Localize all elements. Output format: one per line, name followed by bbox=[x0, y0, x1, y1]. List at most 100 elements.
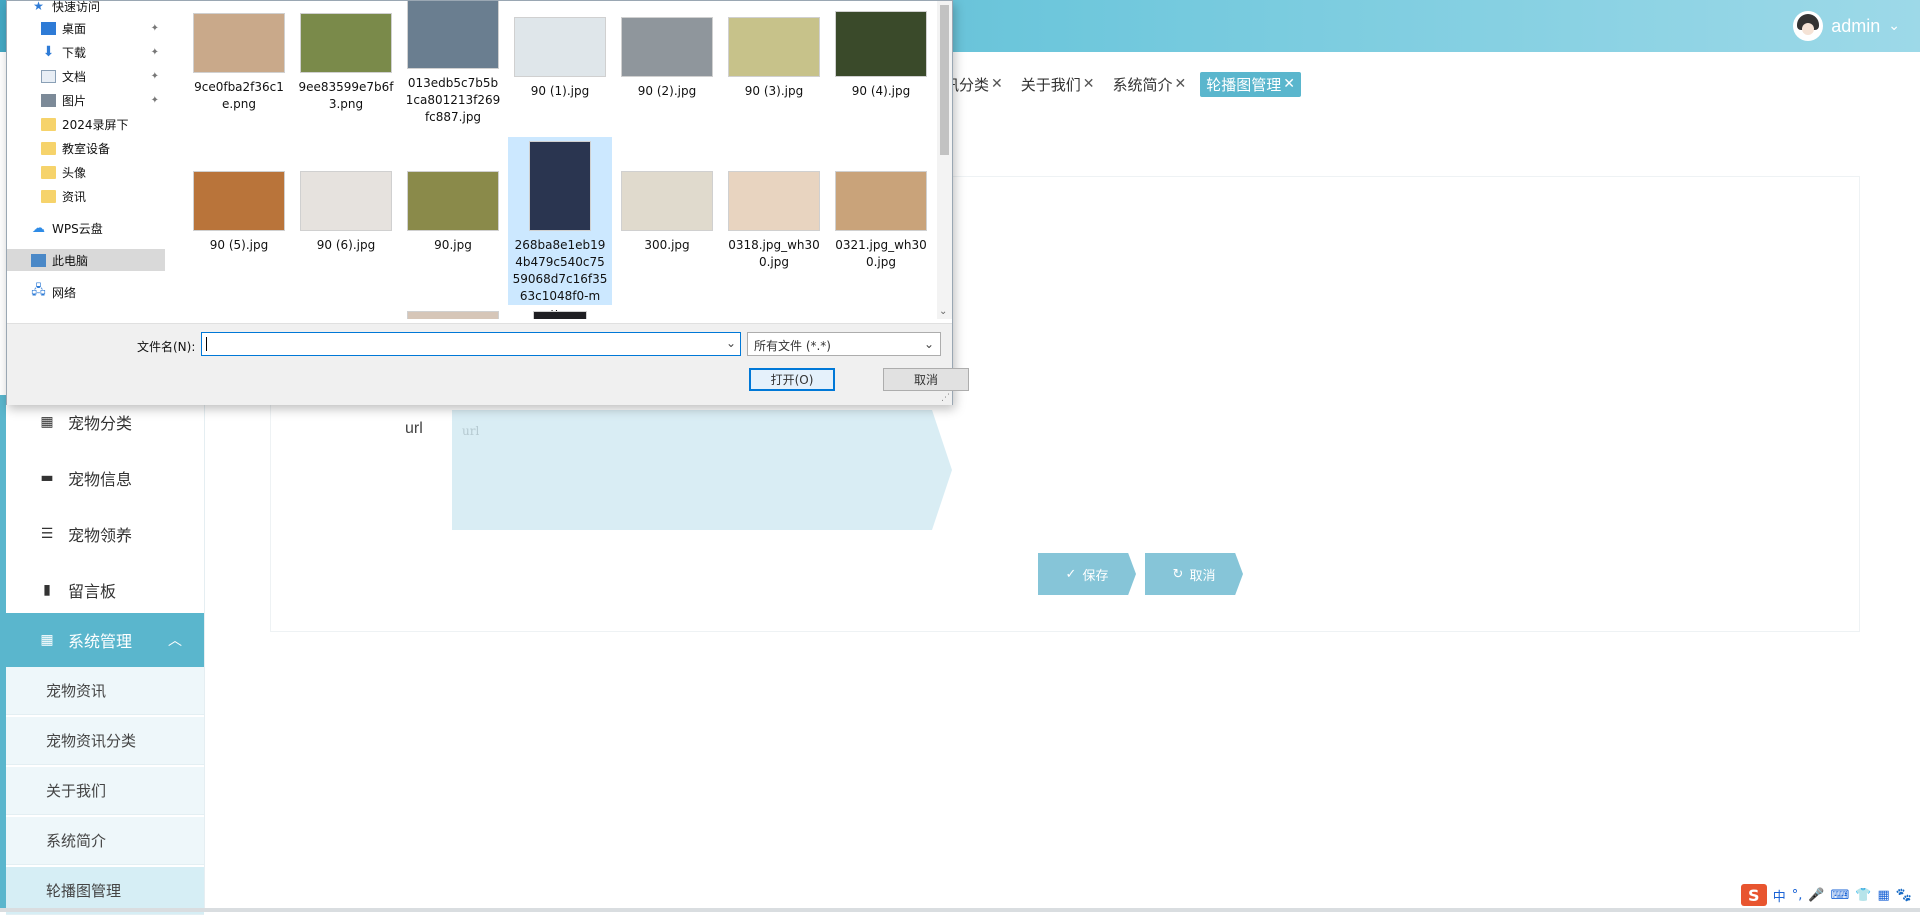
tab-carousel-management[interactable]: 轮播图管理 ✕ bbox=[1200, 71, 1301, 97]
nav-folder-avatar[interactable]: 头像 bbox=[7, 161, 165, 183]
file-item[interactable]: 90 (2).jpg bbox=[615, 17, 719, 100]
file-thumbnail bbox=[529, 141, 591, 231]
file-item[interactable]: 0318.jpg_wh300.jpg bbox=[722, 171, 826, 271]
close-icon[interactable]: ✕ bbox=[1283, 76, 1295, 92]
file-thumbnail bbox=[300, 171, 392, 231]
file-item[interactable] bbox=[401, 311, 505, 319]
save-button[interactable]: ✓ 保存 bbox=[1038, 553, 1136, 595]
tab-system-intro[interactable]: 系统简介 ✕ bbox=[1108, 71, 1191, 97]
nav-folder-news[interactable]: 资讯 bbox=[7, 185, 165, 207]
filename-input[interactable]: ⌄ bbox=[201, 332, 741, 356]
desktop-icon bbox=[41, 21, 56, 35]
file-name: 90 (5).jpg bbox=[209, 238, 269, 252]
close-icon[interactable]: ✕ bbox=[1083, 76, 1095, 92]
grid-icon: ▦ bbox=[40, 632, 54, 648]
sidebar-item-label: 留言板 bbox=[68, 582, 117, 601]
toolbox-icon[interactable]: ▦ bbox=[1878, 888, 1890, 903]
document-icon bbox=[41, 69, 56, 83]
punctuation-icon[interactable]: °, bbox=[1792, 888, 1803, 903]
file-thumbnail bbox=[407, 311, 499, 319]
user-menu[interactable]: admin ⌄ bbox=[1793, 10, 1900, 42]
save-label: 保存 bbox=[1082, 568, 1109, 584]
file-item[interactable]: 0321.jpg_wh300.jpg bbox=[829, 171, 933, 271]
url-placeholder: url bbox=[462, 424, 480, 438]
folder-icon bbox=[41, 165, 56, 179]
bar-chart-icon: ▮ bbox=[43, 582, 51, 598]
keyboard-icon[interactable]: ⌨ bbox=[1831, 888, 1850, 903]
file-name: 300.jpg bbox=[644, 238, 690, 252]
file-thumbnail bbox=[514, 17, 606, 77]
file-list-scrollbar[interactable]: ⌄ bbox=[937, 1, 952, 319]
sidebar-item-system-intro[interactable]: 系统简介 bbox=[6, 817, 204, 865]
file-item[interactable]: 90 (4).jpg bbox=[829, 11, 933, 100]
folder-icon bbox=[41, 141, 56, 155]
cloud-icon: ☁ bbox=[32, 220, 45, 236]
nav-label: 头像 bbox=[62, 165, 87, 180]
file-item[interactable]: 90 (6).jpg bbox=[294, 171, 398, 254]
pin-icon: ✦ bbox=[150, 22, 159, 34]
url-upload-area[interactable] bbox=[452, 410, 952, 530]
sidebar-item-label: 系统简介 bbox=[46, 832, 107, 850]
nav-pictures[interactable]: 图片 ✦ bbox=[7, 89, 165, 111]
file-type-select[interactable]: 所有文件 (*.*) ⌄ bbox=[747, 332, 941, 356]
nav-folder-recordings[interactable]: 2024录屏下 bbox=[7, 113, 165, 135]
sidebar-item-pet-news-category[interactable]: 宠物资讯分类 bbox=[6, 717, 204, 765]
sogou-logo-icon[interactable]: S bbox=[1740, 884, 1767, 906]
microphone-icon[interactable]: 🎤 bbox=[1808, 888, 1824, 903]
tab-about-us[interactable]: 关于我们 ✕ bbox=[1016, 71, 1099, 97]
mascot-icon[interactable]: 🐾 bbox=[1896, 888, 1912, 903]
nav-downloads[interactable]: ⬇ 下载 ✦ bbox=[7, 41, 165, 63]
sidebar-item-about-us[interactable]: 关于我们 bbox=[6, 767, 204, 815]
chevron-down-icon: ⌄ bbox=[1888, 18, 1900, 34]
sidebar-item-pet-info[interactable]: ▬ 宠物信息 bbox=[6, 451, 204, 505]
nav-quick-access[interactable]: ★ 快速访问 bbox=[7, 0, 165, 17]
nav-label: 资讯 bbox=[62, 189, 87, 204]
tab-label: 关于我们 bbox=[1020, 75, 1081, 94]
sidebar-item-pet-adoption[interactable]: ☰ 宠物领养 bbox=[6, 507, 204, 561]
close-icon[interactable]: ✕ bbox=[1175, 76, 1187, 92]
close-icon[interactable]: ✕ bbox=[991, 76, 1003, 92]
file-item[interactable]: 013edb5c7b5b1ca801213f269fc887.jpg bbox=[401, 1, 505, 126]
file-item[interactable] bbox=[508, 311, 612, 319]
open-button[interactable]: 打开(O) bbox=[749, 368, 835, 391]
ime-toolbar[interactable]: S 中 °, 🎤 ⌨ 👕 ▦ 🐾 bbox=[1736, 884, 1916, 906]
folder-icon bbox=[41, 189, 56, 203]
pin-icon: ✦ bbox=[150, 94, 159, 106]
file-item[interactable]: 9ce0fba2f36c1e.png bbox=[187, 13, 291, 113]
nav-desktop[interactable]: 桌面 ✦ bbox=[7, 17, 165, 39]
file-item[interactable]: 9ee83599e7b6f3.png bbox=[294, 13, 398, 113]
nav-label: 文档 bbox=[62, 69, 87, 84]
file-item[interactable]: 90 (5).jpg bbox=[187, 171, 291, 254]
pictures-icon bbox=[41, 93, 56, 107]
file-name: 90 (4).jpg bbox=[851, 84, 911, 98]
download-icon: ⬇ bbox=[42, 44, 55, 60]
file-item[interactable]: 90 (1).jpg bbox=[508, 17, 612, 100]
file-thumbnail bbox=[835, 171, 927, 231]
file-thumbnail bbox=[728, 17, 820, 77]
scroll-down-icon[interactable]: ⌄ bbox=[939, 306, 947, 317]
sidebar-item-message-board[interactable]: ▮ 留言板 bbox=[6, 563, 204, 617]
nav-label: 网络 bbox=[52, 285, 77, 300]
file-item[interactable]: 300.jpg bbox=[615, 171, 719, 254]
dialog-cancel-button[interactable]: 取消 bbox=[883, 368, 969, 391]
resize-grip-icon[interactable]: ⋰ bbox=[941, 393, 950, 403]
skin-icon[interactable]: 👕 bbox=[1855, 888, 1871, 903]
taskbar-edge bbox=[0, 908, 1920, 912]
file-type-value: 所有文件 (*.*) bbox=[754, 339, 831, 353]
file-item[interactable]: 90.jpg bbox=[401, 171, 505, 254]
sidebar-group-system[interactable]: ▦ 系统管理 ︿ bbox=[6, 613, 204, 667]
scrollbar-thumb[interactable] bbox=[940, 5, 949, 155]
nav-folder-classroom[interactable]: 教室设备 bbox=[7, 137, 165, 159]
file-item-selected[interactable]: 268ba8e1eb194b479c540c7559068d7c16f3563c… bbox=[508, 137, 612, 319]
file-thumbnail bbox=[193, 171, 285, 231]
chevron-down-icon[interactable]: ⌄ bbox=[726, 336, 736, 350]
file-item[interactable]: 90 (3).jpg bbox=[722, 17, 826, 100]
sidebar-item-pet-news[interactable]: 宠物资讯 bbox=[6, 667, 204, 715]
ime-language[interactable]: 中 bbox=[1773, 886, 1786, 905]
nav-wps-cloud[interactable]: ☁ WPS云盘 bbox=[7, 217, 165, 239]
cancel-button[interactable]: ↻ 取消 bbox=[1145, 553, 1243, 595]
nav-network[interactable]: 🖧 网络 bbox=[7, 281, 165, 303]
nav-documents[interactable]: 文档 ✦ bbox=[7, 65, 165, 87]
nav-this-pc[interactable]: 此电脑 bbox=[7, 249, 165, 271]
network-icon: 🖧 bbox=[31, 283, 46, 298]
